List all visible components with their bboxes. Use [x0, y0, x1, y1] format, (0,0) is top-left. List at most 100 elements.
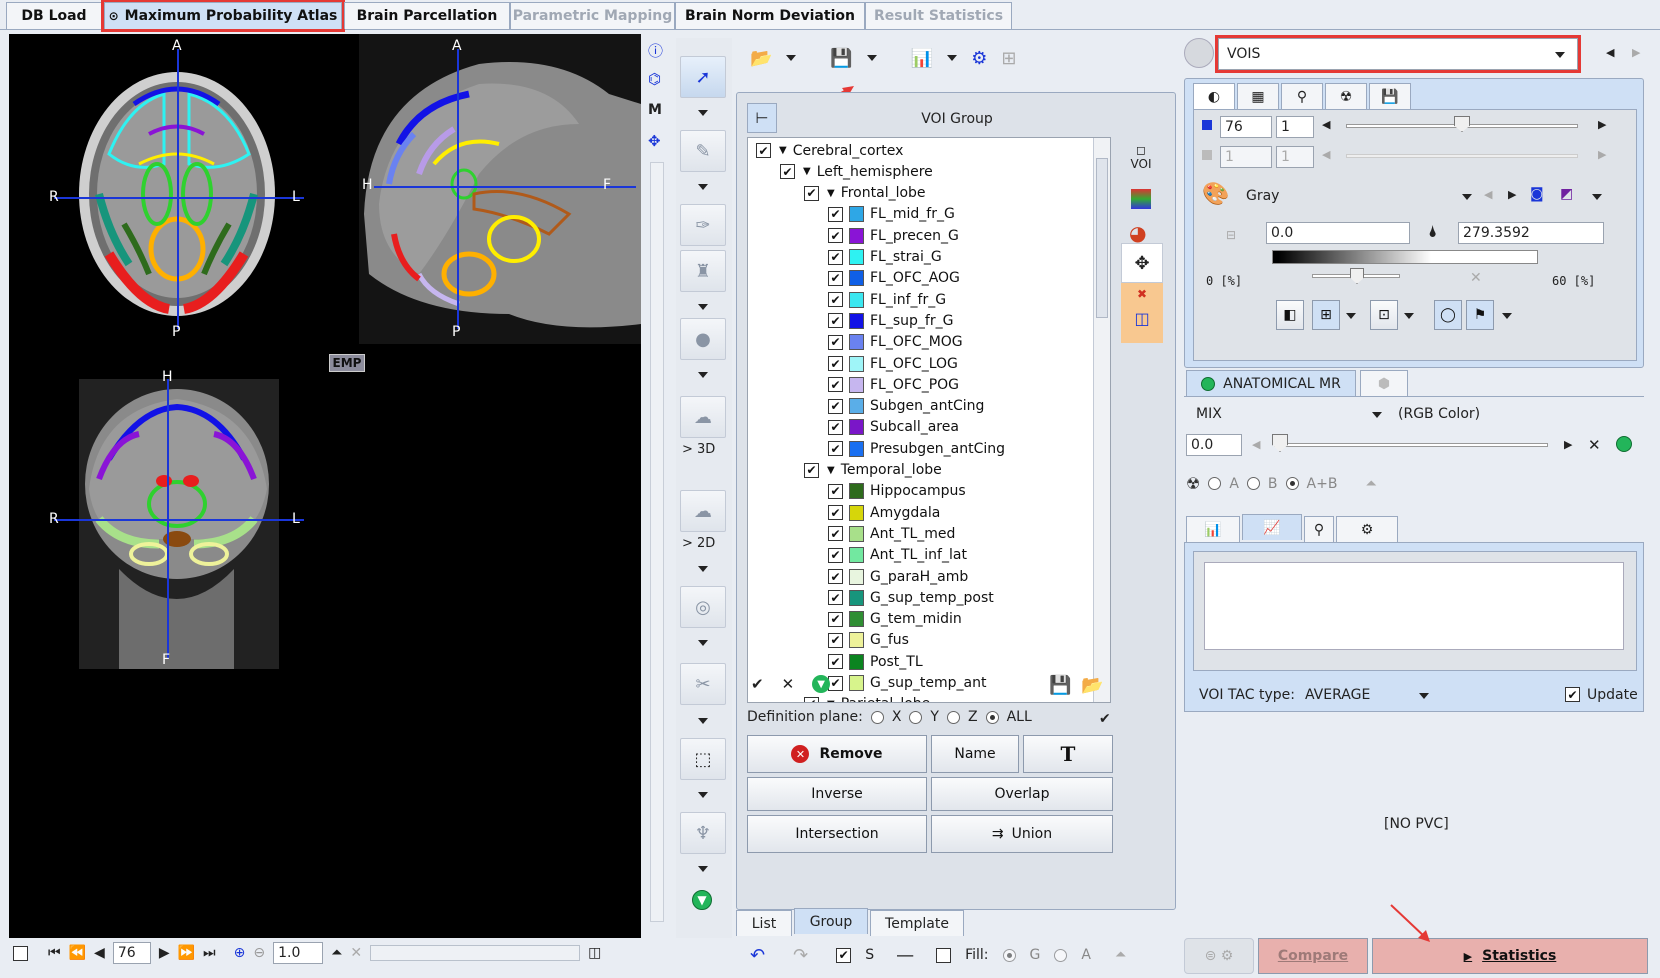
voi-color-swatch[interactable] [849, 589, 864, 606]
tree-checkbox[interactable]: ✔ [828, 526, 843, 542]
green-action-icon[interactable]: ▼ [812, 675, 831, 693]
tree-checkbox[interactable]: ✔ [828, 398, 843, 414]
open-folder-icon[interactable]: 📂 [750, 48, 772, 69]
small-tool-button[interactable]: ⊜ ⚙ [1184, 938, 1254, 974]
minus-icon[interactable]: — [896, 945, 914, 966]
tree-checkbox[interactable]: ✔ [828, 334, 843, 350]
tab-secondary[interactable]: ⬢ [1360, 370, 1408, 396]
cmap-invert-icon[interactable]: ◙ [1530, 186, 1544, 202]
check-all-icon[interactable]: ✔ [751, 675, 764, 693]
tree-row[interactable]: ✔ ▼ Temporal_lobe [804, 460, 942, 481]
link-icon[interactable]: ⊟ [1226, 228, 1236, 242]
colormap-dropdown-icon[interactable] [1462, 194, 1472, 200]
tree-row[interactable]: ✔ ▼ Left_hemisphere [780, 161, 933, 182]
histogram-view-button[interactable]: ◧ [1276, 300, 1304, 330]
tree-row[interactable]: ✔ FL_strai_G [828, 247, 942, 268]
tree-row[interactable]: ✔ FL_mid_fr_G [828, 204, 955, 225]
percent-slider-thumb[interactable] [1350, 268, 1364, 284]
brush-tool-button[interactable]: ♜ [680, 250, 726, 292]
green-down-icon[interactable]: ▼ [692, 890, 712, 910]
tree-checkbox[interactable]: ✔ [828, 483, 843, 499]
up-icon[interactable]: ⏶ [1115, 947, 1126, 963]
move-voi-icon[interactable]: ✥ [1121, 243, 1163, 283]
voi-color-swatch[interactable] [849, 568, 864, 585]
reset-x-icon[interactable]: ✕ [1470, 270, 1482, 286]
last-slice-icon[interactable]: ⏭ [203, 945, 216, 961]
tab-anatomical-mr[interactable]: ANATOMICAL MR [1186, 370, 1356, 396]
voi-color-swatch[interactable] [849, 611, 864, 628]
viewer-checkbox[interactable] [13, 945, 28, 961]
prev-slice-icon[interactable]: ◀ [94, 945, 105, 961]
grid-view-button[interactable]: ⊞ [1312, 300, 1340, 330]
slice-right-arrow[interactable]: ▶ [1598, 118, 1606, 131]
region2d-tool-button[interactable]: ☁ [680, 490, 726, 532]
tree-checkbox[interactable]: ✔ [828, 292, 843, 308]
voi-icon[interactable]: ◻ VOI [1121, 143, 1161, 171]
tree-checkbox[interactable]: ✔ [828, 377, 843, 393]
next-arrow-icon[interactable]: ▶ [1632, 46, 1640, 59]
cmap-options-dropdown[interactable] [1592, 194, 1602, 200]
expand-toggle-icon[interactable]: ▼ [779, 145, 787, 156]
tree-row[interactable]: ✔ FL_OFC_POG [828, 374, 959, 395]
tab-tools[interactable]: ⚙ [1336, 516, 1398, 542]
histogram-dropdown-icon[interactable] [947, 55, 958, 61]
tree-checkbox[interactable]: ✔ [828, 505, 843, 521]
tree-checkbox[interactable]: ✔ [828, 206, 843, 222]
name-button[interactable]: Name [931, 735, 1019, 773]
tree-row[interactable]: ✔ FL_sup_fr_G [828, 310, 953, 331]
tree-row[interactable]: ✔ FL_OFC_MOG [828, 332, 963, 353]
voi-color-swatch[interactable] [849, 653, 864, 670]
mix-left-arrow[interactable]: ◀ [1252, 438, 1260, 451]
expand-toggle-icon[interactable]: ▼ [803, 166, 811, 177]
tab-save[interactable]: 💾 [1369, 83, 1411, 109]
voi-color-swatch[interactable] [849, 206, 864, 223]
tab-maximum-probability-atlas[interactable]: ⊙ Maximum Probability Atlas [101, 0, 345, 32]
frame-slider[interactable] [1346, 154, 1578, 158]
voi-color-swatch[interactable] [849, 227, 864, 244]
expand-toggle-icon[interactable]: ▼ [827, 699, 835, 702]
grid-dropdown[interactable] [1346, 313, 1356, 319]
union-button[interactable]: ⇉ Union [931, 815, 1113, 853]
tab-contrast[interactable]: ◐ [1193, 83, 1235, 109]
tree-checkbox[interactable]: ✔ [780, 164, 795, 180]
expand-toggle-icon[interactable]: ▼ [827, 188, 835, 199]
knife-tool-button[interactable]: ✂ [680, 663, 726, 705]
frame-input[interactable]: 1 [1220, 146, 1272, 168]
coronal-view[interactable]: H F R L [39, 369, 309, 669]
tree-row[interactable]: ✔ FL_precen_G [828, 225, 959, 246]
slice-input[interactable]: 76 [112, 942, 151, 964]
stamp-button[interactable]: ⚑ [1466, 300, 1494, 330]
threshold-icon[interactable]: 🌢 [1428, 222, 1438, 242]
vois-select[interactable]: VOIS [1215, 35, 1581, 73]
tab-pin[interactable]: ⚲ [1304, 516, 1334, 542]
voi-color-swatch[interactable] [849, 355, 864, 372]
tab-brain-norm-deviation[interactable]: Brain Norm Deviation [675, 2, 865, 29]
disabled-tool-icon[interactable]: ⊞ [1001, 48, 1016, 69]
remove-small-icon[interactable]: ✖ [1121, 287, 1163, 301]
voi-color-swatch[interactable] [849, 675, 864, 691]
crop-button[interactable]: ⊡ [1370, 300, 1398, 330]
mix-close-icon[interactable]: ✕ [1588, 436, 1601, 454]
mix-slider[interactable] [1274, 443, 1548, 447]
cmap-next-icon[interactable]: ▶ [1508, 188, 1516, 201]
crop-dropdown[interactable] [1404, 313, 1414, 319]
inverse-button[interactable]: Inverse [747, 777, 927, 811]
mix-status-icon[interactable] [1616, 436, 1632, 452]
redo-icon[interactable]: ↷ [793, 945, 808, 966]
circle-button[interactable]: ◯ [1434, 300, 1462, 330]
tree-checkbox[interactable]: ✔ [828, 419, 843, 435]
voi-color-swatch[interactable] [849, 334, 864, 351]
up-arrow-icon[interactable]: ⏶ [331, 945, 342, 961]
tree-row[interactable]: ✔ ▼ Frontal_lobe [804, 183, 926, 204]
tree-row[interactable]: ✔ Ant_TL_med [828, 523, 955, 544]
plane-y-radio[interactable] [909, 710, 923, 724]
expand-toggle-icon[interactable]: ▼ [827, 465, 835, 476]
ellipse-tool-button[interactable]: ● [680, 318, 726, 360]
prev-arrow-icon[interactable]: ◀ [1606, 46, 1614, 59]
update-checkbox[interactable]: ✔ [1565, 687, 1580, 702]
voi-color-swatch[interactable] [849, 483, 864, 500]
colormap-icon[interactable] [1131, 189, 1151, 209]
settings-gear-icon[interactable]: ⚙ [971, 48, 987, 69]
tab-histogram[interactable]: 📊 [1186, 516, 1240, 542]
zoom-in-icon[interactable]: ⊕ [234, 945, 246, 961]
